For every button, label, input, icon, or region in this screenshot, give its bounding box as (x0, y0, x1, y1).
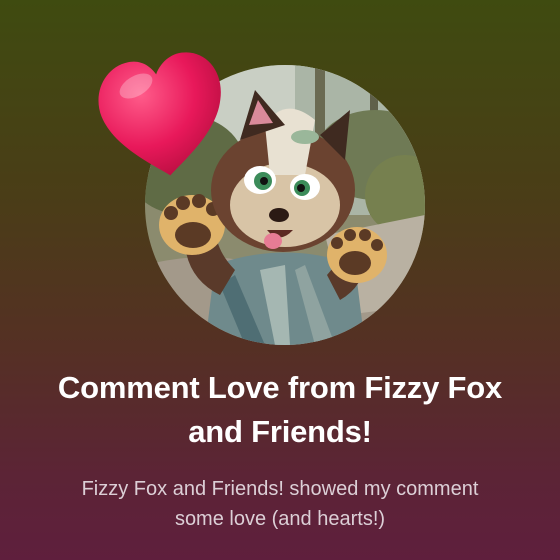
notification-message: Fizzy Fox and Friends! showed my comment… (81, 478, 479, 530)
heart-icon (98, 52, 221, 176)
notification-title: Comment Love from Fizzy Fox and Friends! (57, 370, 503, 449)
